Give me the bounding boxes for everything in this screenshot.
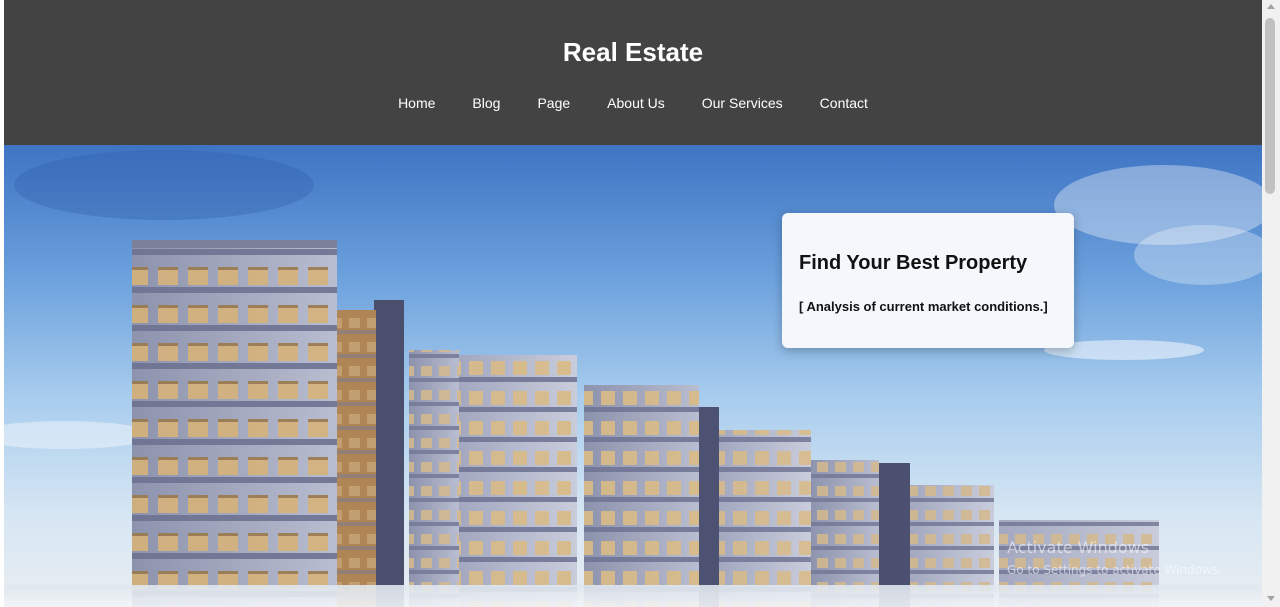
site-header: Real Estate Home Blog Page About Us Our … [4,0,1262,145]
card-subtext: [ Analysis of current market conditions.… [799,299,1048,314]
nav-contact[interactable]: Contact [801,94,886,112]
scroll-up-arrow-icon[interactable] [1267,4,1275,9]
nav-blog[interactable]: Blog [454,94,519,112]
site-title: Real Estate [562,37,704,67]
nav-page[interactable]: Page [519,94,589,112]
scrollbar-thumb[interactable] [1265,18,1275,194]
watermark-line-1: Activate Windows [1007,538,1150,557]
nav-about-us[interactable]: About Us [589,94,684,112]
windows-activation-watermark: Activate Windows Go to Settings to activ… [1007,538,1222,578]
card-heading: Find Your Best Property [799,252,1028,274]
nav-home[interactable]: Home [380,94,454,112]
page-viewport: Real Estate Home Blog Page About Us Our … [4,0,1262,607]
scroll-down-arrow-icon[interactable] [1267,596,1275,601]
find-property-card: Find Your Best Property [ Analysis of cu… [782,213,1074,348]
watermark-line-2: Go to Settings to activate Windows. [1007,563,1222,577]
vertical-scrollbar[interactable] [1262,0,1280,607]
nav-our-services[interactable]: Our Services [683,94,801,112]
main-nav: Home Blog Page About Us Our Services Con… [4,94,1262,112]
